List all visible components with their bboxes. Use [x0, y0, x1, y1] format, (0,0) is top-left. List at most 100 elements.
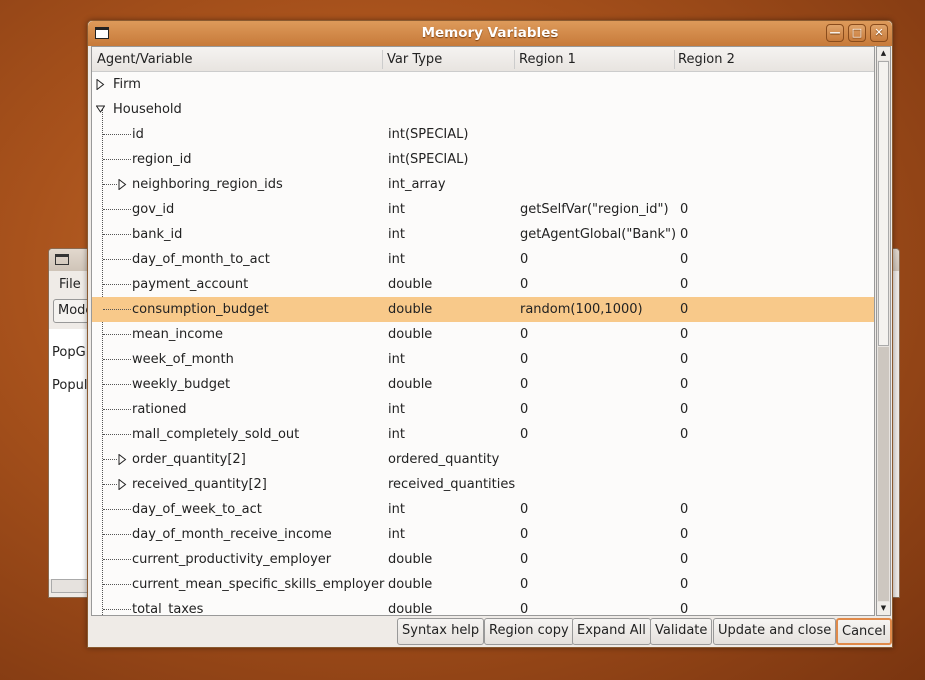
- tree-line: [103, 534, 131, 535]
- variable-name: bank_id: [132, 227, 183, 242]
- table-row[interactable]: mall_completely_sold_out int 0 0: [92, 422, 874, 447]
- column-agent-variable[interactable]: Agent/Variable: [97, 52, 193, 67]
- expander-collapsed-icon[interactable]: [118, 454, 127, 465]
- validate-button[interactable]: Validate: [650, 618, 713, 645]
- region-2-value[interactable]: 0: [680, 427, 688, 442]
- expander-collapsed-icon[interactable]: [96, 79, 105, 90]
- table-row[interactable]: day_of_week_to_act int 0 0: [92, 497, 874, 522]
- scroll-down-icon[interactable]: ▼: [877, 602, 890, 615]
- variable-name: id: [132, 127, 144, 142]
- region-2-value[interactable]: 0: [680, 252, 688, 267]
- region-1-value[interactable]: 0: [520, 502, 528, 517]
- region-1-value[interactable]: 0: [520, 602, 528, 615]
- table-row[interactable]: region_id int(SPECIAL): [92, 147, 874, 172]
- variable-name: gov_id: [132, 202, 175, 217]
- region-1-value[interactable]: 0: [520, 252, 528, 267]
- variable-name: week_of_month: [132, 352, 234, 367]
- column-var-type[interactable]: Var Type: [387, 52, 442, 67]
- var-type: int: [388, 527, 405, 542]
- region-1-value[interactable]: 0: [520, 552, 528, 567]
- var-type: int: [388, 427, 405, 442]
- table-row[interactable]: current_mean_specific_skills_employer dou…: [92, 572, 874, 597]
- variable-name: Firm: [113, 77, 141, 92]
- region-2-value[interactable]: 0: [680, 502, 688, 517]
- region-1-value[interactable]: 0: [520, 352, 528, 367]
- tree-line: [103, 184, 117, 185]
- region-copy-button[interactable]: Region copy: [484, 618, 574, 645]
- tree-line: [103, 259, 131, 260]
- region-1-value[interactable]: 0: [520, 527, 528, 542]
- dialog-title: Memory Variables: [421, 25, 559, 41]
- variable-name: consumption_budget: [132, 302, 269, 317]
- table-row[interactable]: weekly_budget double 0 0: [92, 372, 874, 397]
- tree-line: [103, 509, 131, 510]
- region-1-value[interactable]: 0: [520, 402, 528, 417]
- region-1-value[interactable]: getAgentGlobal("Bank"): [520, 227, 676, 242]
- var-type: double: [388, 602, 433, 616]
- window-menu-icon[interactable]: [95, 27, 109, 39]
- table-row[interactable]: week_of_month int 0 0: [92, 347, 874, 372]
- update-and-close-button[interactable]: Update and close: [713, 618, 837, 645]
- table-row[interactable]: id int(SPECIAL): [92, 122, 874, 147]
- table-row[interactable]: consumption_budget double random(100,1000)…: [92, 297, 874, 322]
- popg-label: PopG: [52, 345, 86, 360]
- region-2-value[interactable]: 0: [680, 302, 688, 317]
- region-2-value[interactable]: 0: [680, 602, 688, 615]
- expand-all-button[interactable]: Expand All: [572, 618, 651, 645]
- table-row[interactable]: payment_account double 0 0: [92, 272, 874, 297]
- syntax-help-button[interactable]: Syntax help: [397, 618, 485, 645]
- region-2-value[interactable]: 0: [680, 202, 688, 217]
- region-2-value[interactable]: 0: [680, 377, 688, 392]
- var-type: double: [388, 302, 433, 317]
- scrollbar-thumb[interactable]: [878, 61, 889, 346]
- table-row[interactable]: rationed int 0 0: [92, 397, 874, 422]
- region-2-value[interactable]: 0: [680, 552, 688, 567]
- region-1-value[interactable]: 0: [520, 577, 528, 592]
- region-2-value[interactable]: 0: [680, 527, 688, 542]
- region-1-value[interactable]: 0: [520, 427, 528, 442]
- vertical-scrollbar[interactable]: ▲ ▼: [876, 46, 891, 616]
- minimize-icon[interactable]: —: [826, 24, 844, 42]
- table-row[interactable]: Household: [92, 97, 874, 122]
- table-row[interactable]: bank_id int getAgentGlobal("Bank") 0: [92, 222, 874, 247]
- column-region-1[interactable]: Region 1: [519, 52, 576, 67]
- table-row[interactable]: gov_id int getSelfVar("region_id") 0: [92, 197, 874, 222]
- region-2-value[interactable]: 0: [680, 227, 688, 242]
- region-2-value[interactable]: 0: [680, 402, 688, 417]
- region-1-value[interactable]: getSelfVar("region_id"): [520, 202, 669, 217]
- scrollbar-track[interactable]: [878, 347, 889, 601]
- variables-tree[interactable]: Agent/Variable Var Type Region 1 Region …: [91, 46, 875, 616]
- region-1-value[interactable]: 0: [520, 377, 528, 392]
- region-2-value[interactable]: 0: [680, 327, 688, 342]
- region-2-value[interactable]: 0: [680, 277, 688, 292]
- table-row[interactable]: day_of_month_to_act int 0 0: [92, 247, 874, 272]
- column-region-2[interactable]: Region 2: [678, 52, 735, 67]
- expander-collapsed-icon[interactable]: [118, 479, 127, 490]
- region-2-value[interactable]: 0: [680, 577, 688, 592]
- cancel-button[interactable]: Cancel: [836, 618, 893, 645]
- region-1-value[interactable]: 0: [520, 277, 528, 292]
- horizontal-scrollbar[interactable]: [51, 579, 89, 593]
- window-menu-icon[interactable]: [55, 254, 69, 265]
- expander-collapsed-icon[interactable]: [118, 179, 127, 190]
- variable-name: Household: [113, 102, 182, 117]
- tree-line: [103, 609, 131, 610]
- scroll-up-icon[interactable]: ▲: [877, 47, 890, 60]
- maximize-icon[interactable]: □: [848, 24, 866, 42]
- region-1-value[interactable]: 0: [520, 327, 528, 342]
- table-row[interactable]: received_quantity[2] received_quantities: [92, 472, 874, 497]
- table-row[interactable]: Firm: [92, 72, 874, 97]
- variable-name: total_taxes: [132, 602, 204, 616]
- close-icon[interactable]: ✕: [870, 24, 888, 42]
- table-row[interactable]: order_quantity[2] ordered_quantity: [92, 447, 874, 472]
- table-row[interactable]: neighboring_region_ids int_array: [92, 172, 874, 197]
- table-row[interactable]: total_taxes double 0 0: [92, 597, 874, 616]
- region-1-value[interactable]: random(100,1000): [520, 302, 643, 317]
- expander-expanded-icon[interactable]: [96, 104, 105, 115]
- table-row[interactable]: current_productivity_employer double 0 0: [92, 547, 874, 572]
- var-type: int: [388, 502, 405, 517]
- table-row[interactable]: mean_income double 0 0: [92, 322, 874, 347]
- menu-file[interactable]: File: [59, 277, 81, 292]
- table-row[interactable]: day_of_month_receive_income int 0 0: [92, 522, 874, 547]
- region-2-value[interactable]: 0: [680, 352, 688, 367]
